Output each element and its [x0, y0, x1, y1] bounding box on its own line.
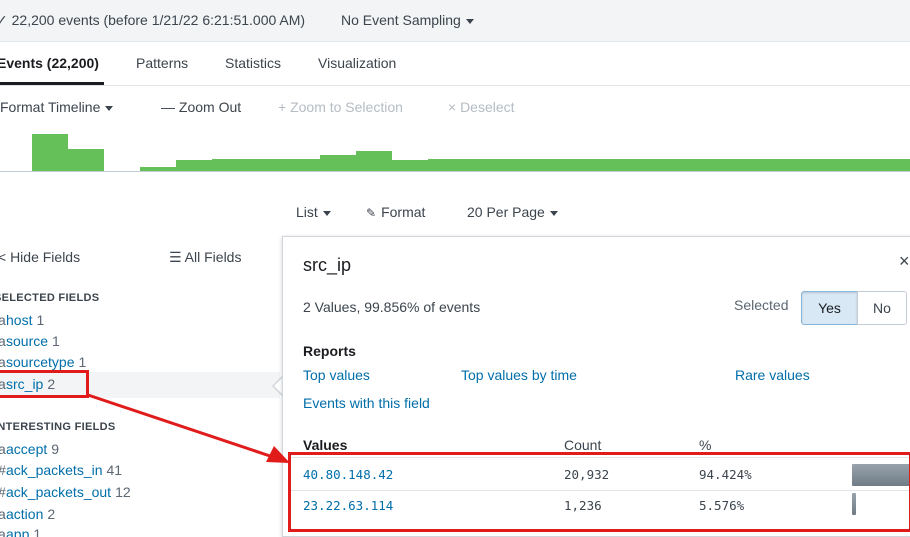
timeline-histogram[interactable] — [0, 128, 910, 172]
field-name: source — [6, 333, 49, 349]
percent-column-header: % — [699, 437, 712, 453]
field-item-host[interactable]: ahost 1 — [0, 312, 44, 328]
field-name: action — [6, 506, 44, 522]
timeline-bar[interactable] — [644, 159, 680, 171]
timeline-bar[interactable] — [536, 159, 572, 171]
timeline-bar[interactable] — [356, 151, 392, 171]
timeline-bar[interactable] — [32, 134, 68, 171]
field-name: ack_packets_in — [6, 462, 103, 478]
field-name: host — [6, 312, 33, 328]
format-timeline-button[interactable]: Format Timeline — [0, 99, 114, 115]
field-count: 1 — [36, 312, 45, 328]
event-sampling-dropdown[interactable]: No Event Sampling — [341, 12, 474, 28]
field-item-ack-packets-in[interactable]: #ack_packets_in41 — [0, 462, 122, 478]
timeline-bar[interactable] — [392, 160, 428, 171]
timeline-bar[interactable] — [860, 159, 896, 171]
field-name: accept — [6, 441, 48, 457]
zoom-out-button[interactable]: — Zoom Out — [161, 99, 241, 115]
timeline-bar[interactable] — [176, 160, 212, 171]
list-view-dropdown[interactable]: List — [296, 204, 331, 220]
all-fields-button[interactable]: ☰ All Fields — [169, 249, 241, 266]
format-timeline-label: Format Timeline — [0, 99, 101, 115]
timeline-bar[interactable] — [500, 159, 536, 171]
caret-down-icon — [549, 210, 558, 216]
field-count: 2 — [47, 506, 56, 522]
pencil-icon: ✎ — [366, 206, 377, 220]
annotation-box-src-ip — [0, 370, 89, 398]
top-values-by-time-link[interactable]: Top values by time — [461, 367, 577, 383]
count-column-header: Count — [564, 437, 602, 453]
field-item-source[interactable]: asource 1 — [0, 333, 60, 349]
tab-patterns[interactable]: Patterns — [136, 55, 188, 71]
caret-down-icon — [105, 105, 114, 111]
tab-statistics[interactable]: Statistics — [225, 55, 281, 71]
timeline-bar[interactable] — [824, 159, 860, 171]
reports-heading: Reports — [303, 343, 356, 359]
tab-events[interactable]: Events (22,200) — [0, 55, 99, 71]
timeline-bar[interactable] — [896, 159, 910, 171]
field-name: app — [6, 526, 30, 537]
timeline-bar[interactable] — [212, 159, 248, 171]
field-item-ack-packets-out[interactable]: #ack_packets_out12 — [0, 484, 131, 500]
timeline-bar[interactable] — [680, 159, 716, 171]
field-count: 9 — [51, 441, 60, 457]
selected-fields-heading: SELECTED FIELDS — [0, 292, 100, 304]
field-count: 1 — [52, 333, 60, 349]
tab-visualization[interactable]: Visualization — [318, 55, 396, 71]
field-count: 41 — [106, 462, 123, 478]
caret-down-icon — [322, 210, 331, 216]
per-page-label: 20 Per Page — [467, 204, 545, 220]
field-count: 12 — [115, 484, 131, 500]
caret-down-icon — [465, 18, 474, 24]
search-status-bar: ✓ 22,200 events (before 1/21/22 6:21:51.… — [0, 0, 910, 42]
selected-yes-button[interactable]: Yes — [801, 291, 858, 325]
hide-fields-button[interactable]: < Hide Fields — [0, 249, 80, 265]
top-values-link[interactable]: Top values — [303, 367, 370, 383]
popup-values-summary: 2 Values, 99.856% of events — [303, 299, 481, 315]
timeline-bar[interactable] — [608, 159, 644, 171]
per-page-dropdown[interactable]: 20 Per Page — [467, 204, 558, 220]
timeline-bar[interactable] — [248, 159, 284, 171]
timeline-bar[interactable] — [572, 159, 608, 171]
field-name: sourcetype — [6, 354, 75, 370]
timeline-bar[interactable] — [788, 159, 824, 171]
close-icon[interactable]: × — [899, 251, 910, 272]
timeline-bar[interactable] — [716, 159, 752, 171]
event-count-text: ✓ 22,200 events (before 1/21/22 6:21:51.… — [0, 12, 306, 28]
results-toolbar: List ✎ Format 20 Per Page — [0, 196, 910, 228]
field-count: 1 — [33, 526, 42, 537]
timeline-bar[interactable] — [752, 159, 788, 171]
timeline-bar[interactable] — [284, 159, 320, 171]
field-item-sourcetype[interactable]: asourcetype 1 — [0, 354, 86, 370]
selected-no-button[interactable]: No — [857, 291, 907, 325]
selected-label: Selected — [734, 297, 789, 313]
popup-field-title: src_ip — [303, 255, 352, 275]
zoom-to-selection-button[interactable]: + Zoom to Selection — [278, 99, 403, 115]
interesting-fields-heading: INTERESTING FIELDS — [0, 421, 116, 433]
deselect-button[interactable]: × Deselect — [448, 99, 515, 115]
field-count: 1 — [78, 354, 87, 370]
search-tabs: Events (22,200) Patterns Statistics Visu… — [0, 42, 910, 86]
field-item-accept[interactable]: aaccept 9 — [0, 441, 59, 457]
format-button[interactable]: ✎ Format — [366, 204, 425, 220]
timeline-bar[interactable] — [68, 149, 104, 171]
values-column-header: Values — [303, 437, 348, 453]
event-sampling-label: No Event Sampling — [341, 12, 461, 28]
active-tab-underline — [0, 82, 104, 85]
field-item-app[interactable]: aapp 1 — [0, 526, 41, 537]
timeline-bar[interactable] — [428, 159, 464, 171]
rare-values-link[interactable]: Rare values — [735, 367, 810, 383]
timeline-bar[interactable] — [464, 159, 500, 171]
format-label: Format — [381, 204, 426, 220]
field-item-action[interactable]: aaction 2 — [0, 506, 55, 522]
timeline-bar[interactable] — [140, 167, 176, 171]
timeline-bar[interactable] — [320, 155, 356, 171]
annotation-box-values-table — [288, 452, 910, 532]
timeline-toolbar: Format Timeline — Zoom Out + Zoom to Sel… — [0, 86, 910, 128]
field-name: ack_packets_out — [6, 484, 112, 500]
events-with-this-field-link[interactable]: Events with this field — [303, 395, 430, 411]
list-view-label: List — [296, 204, 318, 220]
